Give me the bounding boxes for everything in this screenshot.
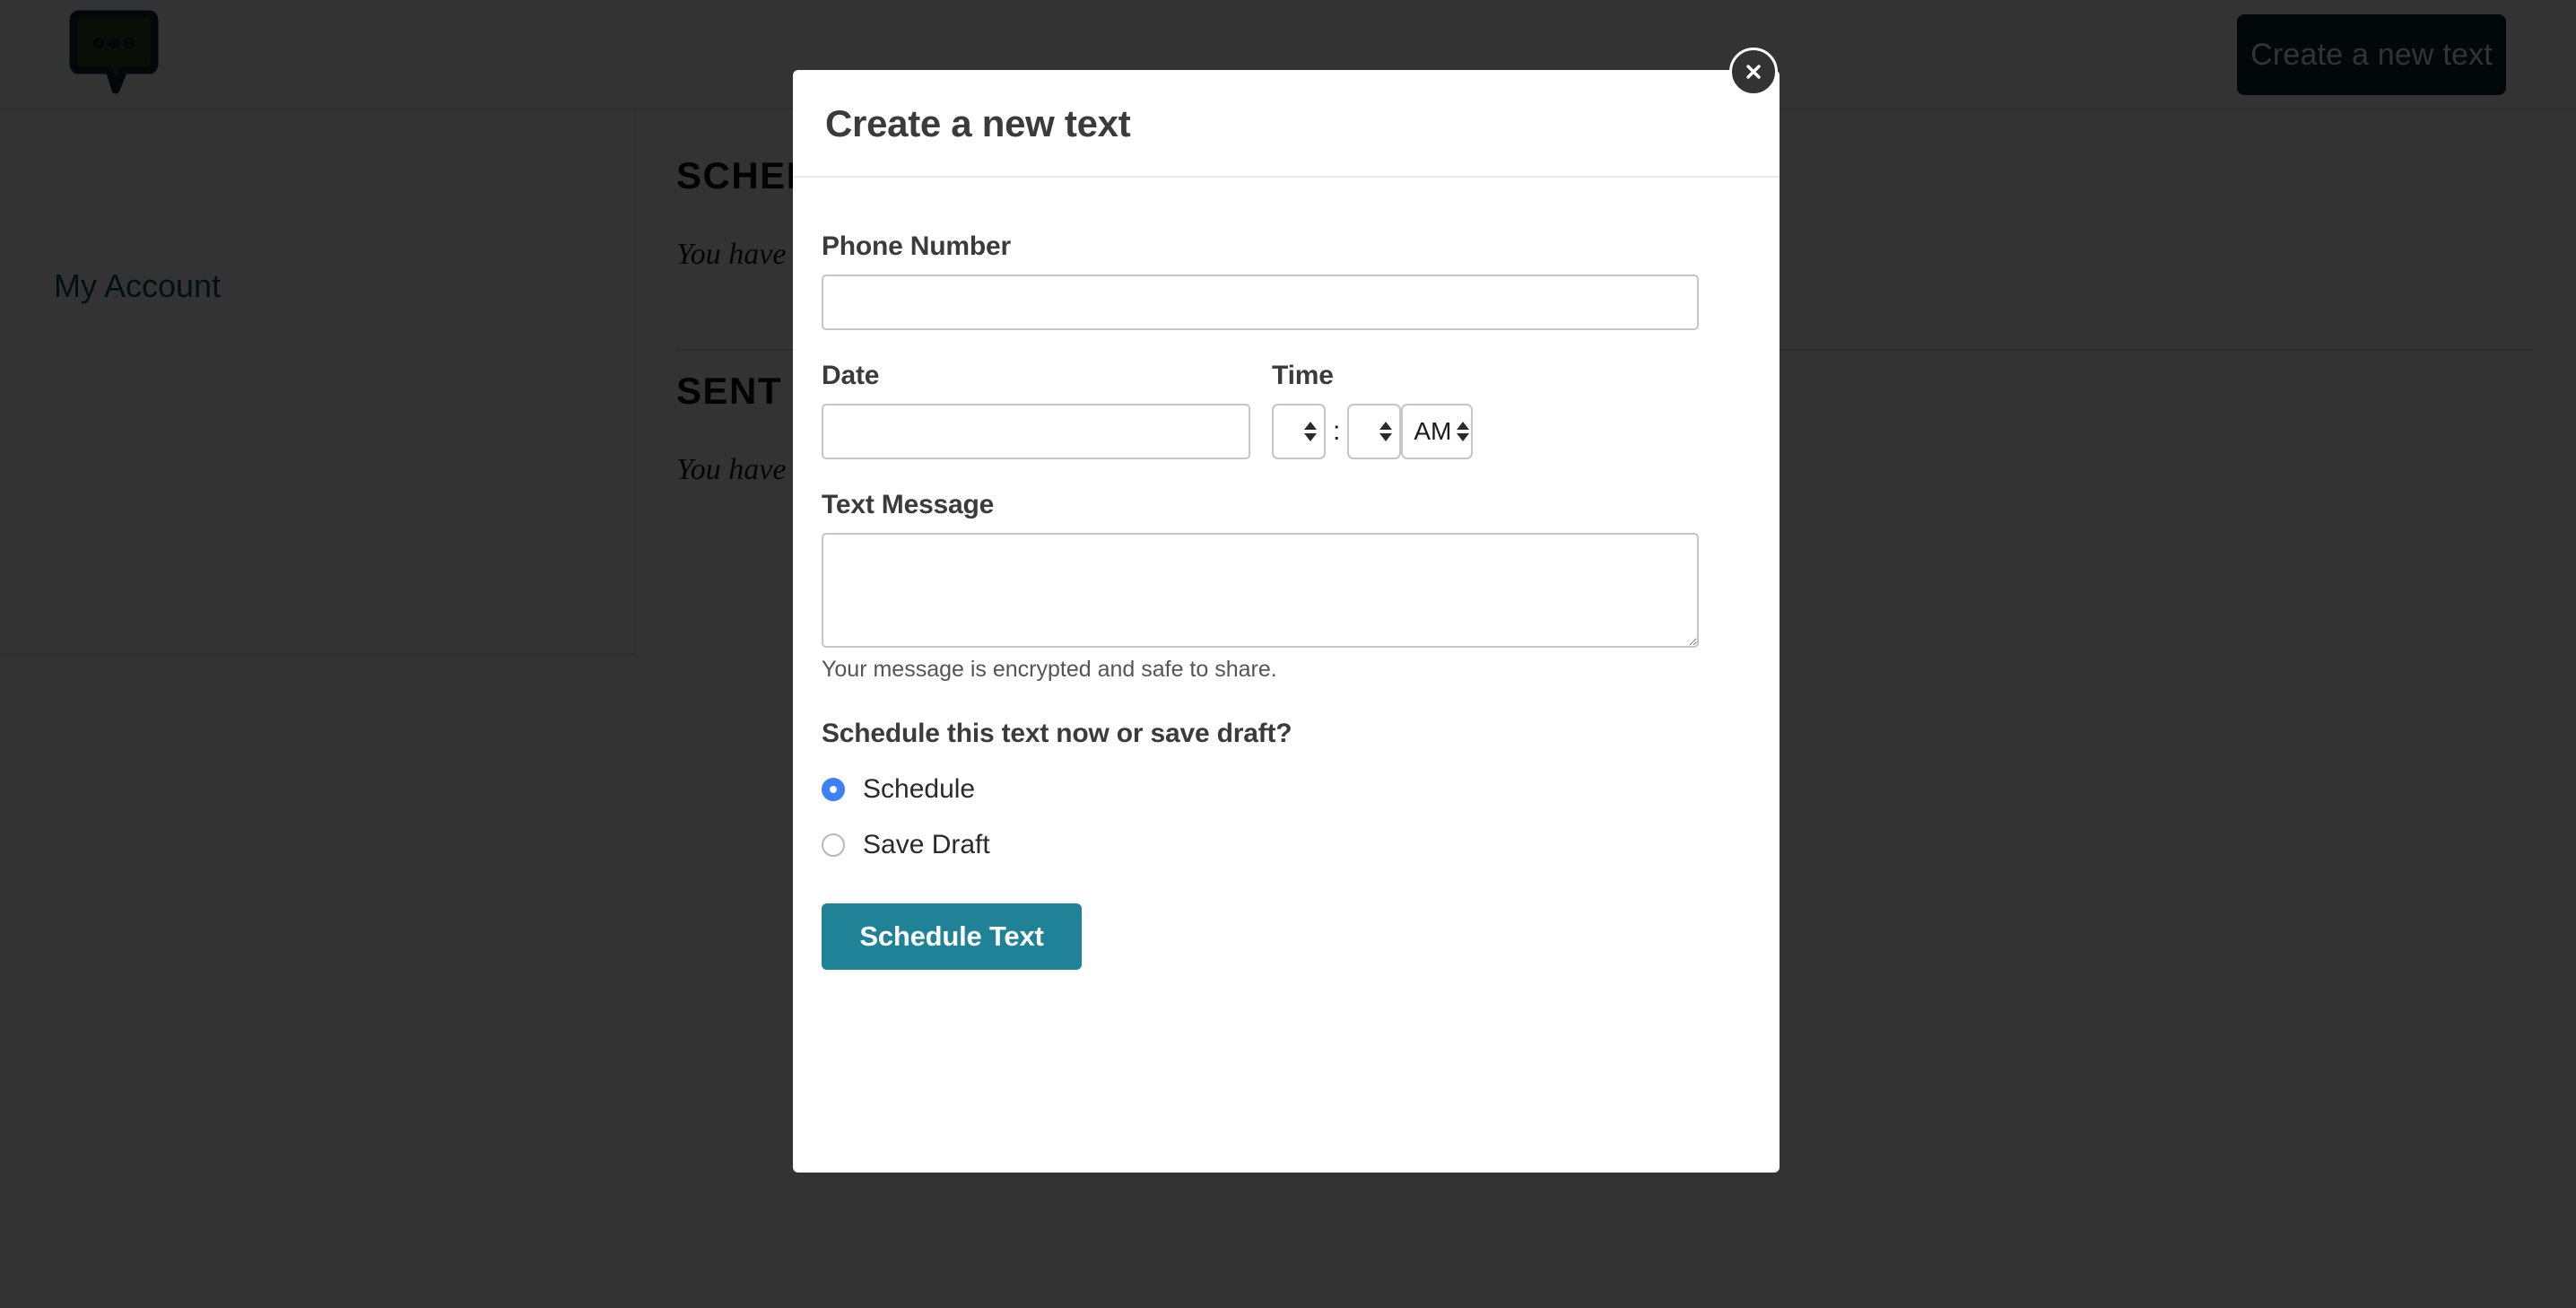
date-time-row: Date Time : AM xyxy=(822,361,1747,459)
radio-option-label: Save Draft xyxy=(863,830,990,859)
time-separator: : xyxy=(1333,416,1341,446)
hour-select[interactable] xyxy=(1272,404,1326,459)
spinner-arrows-icon xyxy=(1304,422,1317,441)
radio-option-save-draft[interactable]: Save Draft xyxy=(822,824,1747,866)
ampm-select[interactable]: AM xyxy=(1401,404,1474,459)
phone-number-input[interactable] xyxy=(822,275,1699,330)
message-encryption-hint: Your message is encrypted and safe to sh… xyxy=(822,657,1277,682)
message-field-group: Text Message Your message is encrypted a… xyxy=(822,490,1747,683)
create-text-modal: Create a new text Phone Number Date Time xyxy=(793,48,1780,1173)
spinner-arrows-icon xyxy=(1457,422,1470,441)
modal-body: Phone Number Date Time : AM Text Message… xyxy=(793,178,1780,970)
minute-select[interactable] xyxy=(1347,404,1402,459)
text-message-label: Text Message xyxy=(822,490,995,519)
radio-option-label: Schedule xyxy=(863,774,976,804)
modal-title: Create a new text xyxy=(825,102,1131,144)
modal-header: Create a new text xyxy=(793,48,1780,178)
phone-field-group: Phone Number xyxy=(822,231,1747,330)
time-label: Time xyxy=(1272,361,1334,390)
radio-unselected-icon xyxy=(822,833,845,857)
date-field-group: Date xyxy=(822,361,1250,459)
close-x-icon xyxy=(1746,65,1761,79)
radio-option-schedule[interactable]: Schedule xyxy=(822,769,1747,810)
time-field-group: Time : AM xyxy=(1272,361,1474,459)
spinner-arrows-icon xyxy=(1379,422,1393,441)
schedule-choice-group: Schedule this text now or save draft? Sc… xyxy=(822,719,1747,866)
radio-selected-icon xyxy=(822,778,845,801)
ampm-value: AM xyxy=(1414,417,1452,445)
date-label: Date xyxy=(822,361,880,390)
text-message-textarea[interactable] xyxy=(822,533,1699,648)
phone-number-label: Phone Number xyxy=(822,231,1011,261)
schedule-text-submit-button[interactable]: Schedule Text xyxy=(822,903,1082,970)
time-controls: : AM xyxy=(1272,404,1474,459)
date-input[interactable] xyxy=(822,404,1250,459)
close-icon[interactable] xyxy=(1729,48,1778,96)
schedule-choice-question: Schedule this text now or save draft? xyxy=(822,719,1292,748)
